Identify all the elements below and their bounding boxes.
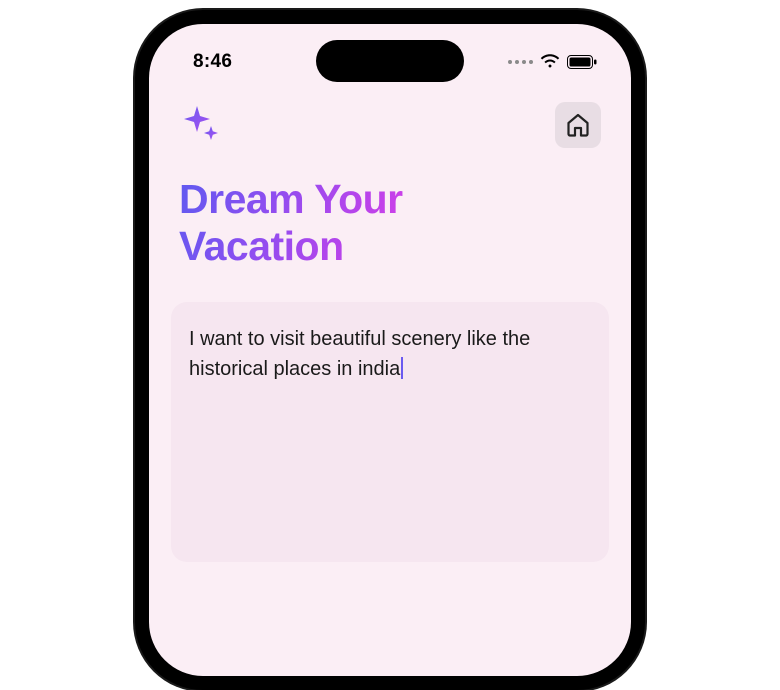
page-title-line1: Dream Your (179, 176, 403, 222)
sparkle-icon (179, 102, 225, 148)
text-cursor (401, 357, 403, 379)
app-header (149, 82, 631, 148)
dynamic-island (316, 40, 464, 82)
status-time: 8:46 (193, 51, 232, 73)
home-icon (565, 112, 591, 138)
page-title-line2: Vacation (179, 223, 344, 269)
phone-screen: 8:46 (149, 24, 631, 676)
vacation-input-text: I want to visit beautiful scenery like t… (189, 328, 530, 380)
vacation-input[interactable]: I want to visit beautiful scenery like t… (171, 302, 609, 562)
status-right (508, 54, 597, 70)
wifi-icon (540, 54, 560, 70)
signal-icon (508, 60, 533, 64)
battery-icon (567, 55, 597, 69)
page-title: Dream Your Vacation (149, 148, 631, 270)
phone-frame: 8:46 (135, 10, 645, 690)
home-button[interactable] (555, 102, 601, 148)
